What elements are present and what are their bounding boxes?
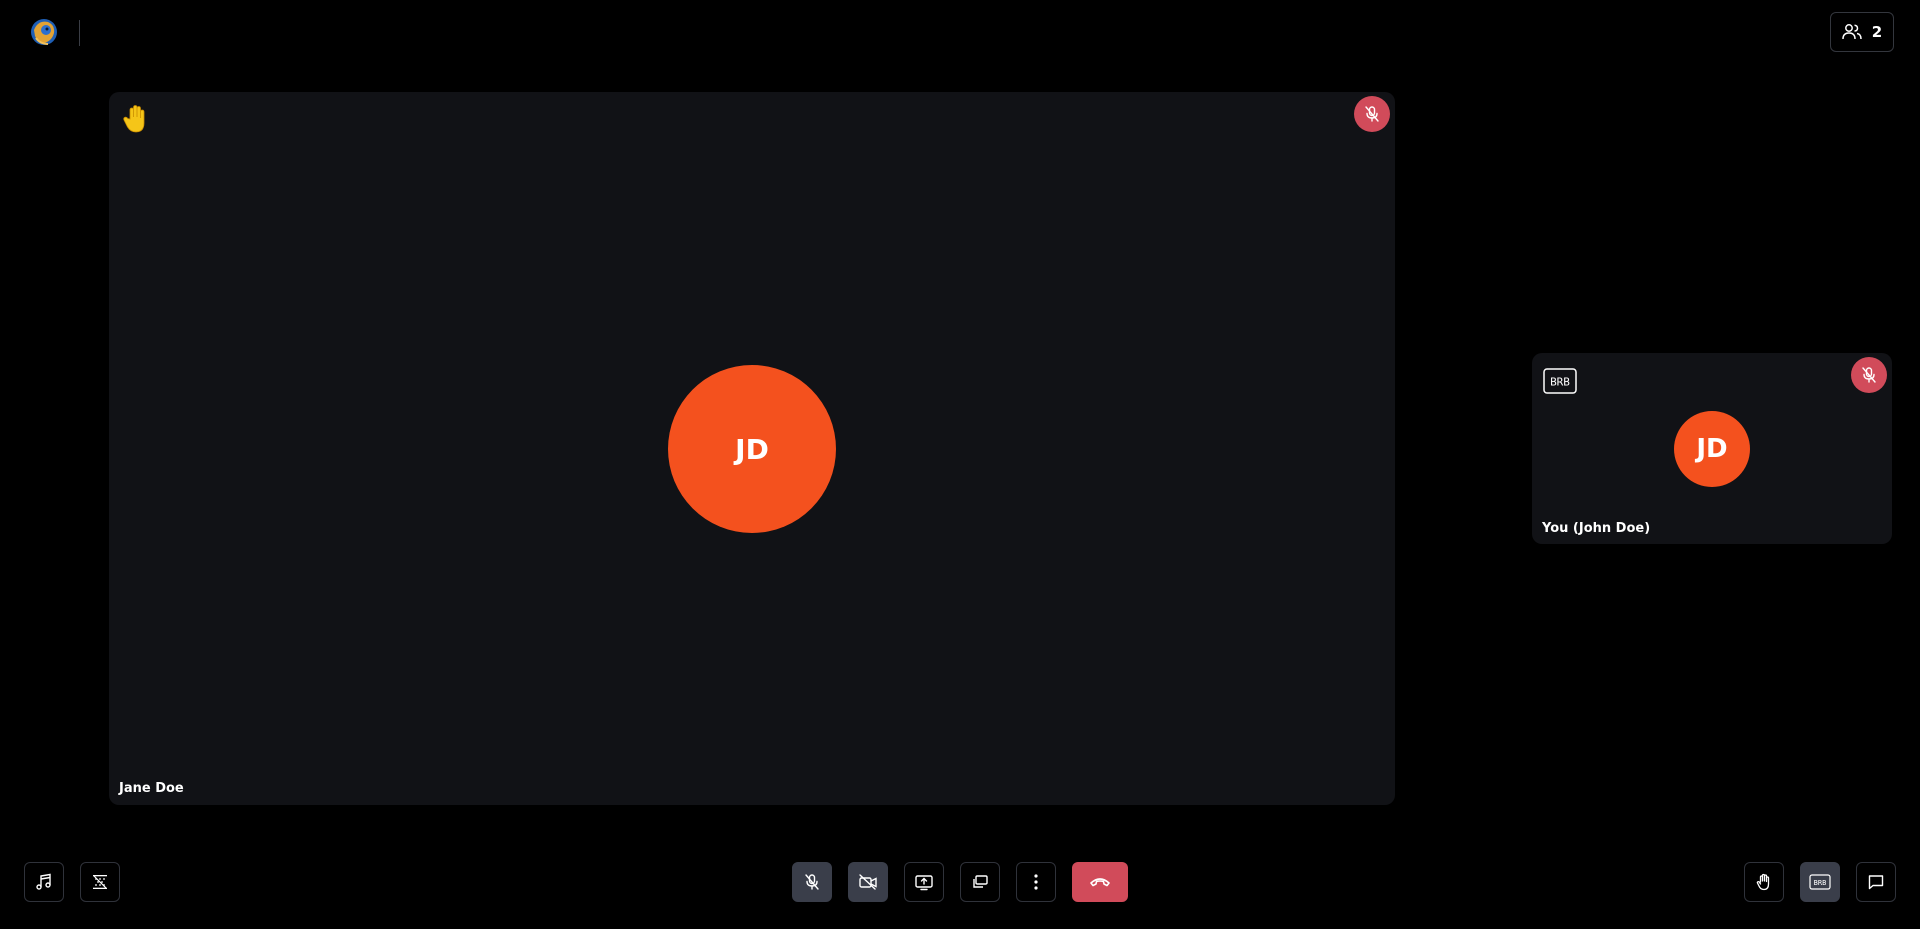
mic-off-icon xyxy=(803,873,821,891)
participants-button[interactable]: 2 xyxy=(1830,12,1894,52)
jane-name-label: Jane Doe xyxy=(119,781,184,796)
picture-in-picture-icon xyxy=(971,873,989,891)
background-blur-button[interactable] xyxy=(80,862,120,902)
self-name-label: You (John Doe) xyxy=(1542,521,1651,536)
end-call-button[interactable] xyxy=(1072,862,1128,902)
share-screen-button[interactable] xyxy=(904,862,944,902)
raise-hand-button[interactable] xyxy=(1744,862,1784,902)
brb-status-icon: BRB xyxy=(1543,368,1577,394)
jane-avatar: JD xyxy=(668,365,836,533)
background-blur-icon xyxy=(91,873,109,891)
camera-off-icon xyxy=(858,873,878,891)
share-screen-icon xyxy=(914,873,934,891)
brb-icon: BRB xyxy=(1809,874,1831,890)
end-call-icon xyxy=(1089,876,1111,888)
music-note-icon xyxy=(35,873,53,891)
self-mic-muted-icon xyxy=(1851,357,1887,393)
app-logo-icon xyxy=(28,16,60,48)
users-icon xyxy=(1842,23,1862,41)
music-button[interactable] xyxy=(24,862,64,902)
jane-mic-muted-icon xyxy=(1354,96,1390,132)
picture-in-picture-button[interactable] xyxy=(960,862,1000,902)
camera-toggle-button[interactable] xyxy=(848,862,888,902)
raised-hand-icon xyxy=(122,104,152,136)
chat-button[interactable] xyxy=(1856,862,1896,902)
participants-count: 2 xyxy=(1871,23,1883,41)
chat-icon xyxy=(1867,873,1885,891)
self-avatar: JD xyxy=(1674,411,1750,487)
svg-text:BRB: BRB xyxy=(1814,879,1827,887)
brb-toggle-button[interactable]: BRB xyxy=(1800,862,1840,902)
more-options-button[interactable] xyxy=(1016,862,1056,902)
raise-hand-icon xyxy=(1755,873,1773,891)
microphone-toggle-button[interactable] xyxy=(792,862,832,902)
header-divider xyxy=(79,20,80,46)
more-options-icon xyxy=(1033,873,1039,891)
svg-text:BRB: BRB xyxy=(1550,376,1570,389)
